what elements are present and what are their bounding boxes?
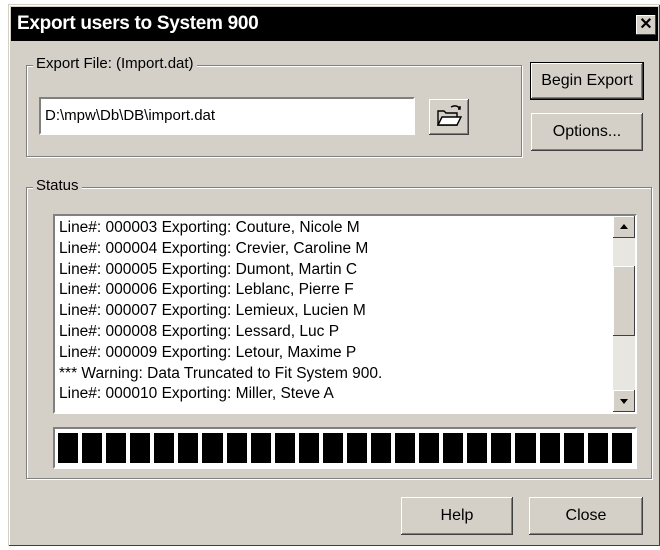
export-dialog: Export users to System 900 ✕ Export File… — [8, 4, 660, 546]
title-bar[interactable]: Export users to System 900 ✕ — [11, 7, 658, 41]
progress-segment — [82, 433, 103, 463]
progress-segment — [298, 433, 319, 463]
status-log-list[interactable]: Line#: 000003 Exporting: Couture, Nicole… — [53, 214, 637, 414]
progress-segment — [611, 433, 632, 463]
scroll-thumb[interactable] — [613, 266, 635, 336]
close-window-button[interactable]: ✕ — [636, 15, 656, 35]
progress-segment — [274, 433, 295, 463]
export-progress-bar — [53, 427, 637, 469]
scroll-up-button[interactable] — [613, 216, 635, 238]
browse-button[interactable] — [429, 99, 469, 135]
progress-segment — [250, 433, 271, 463]
open-folder-icon — [436, 105, 463, 126]
list-item: Line#: 000009 Exporting: Letour, Maxime … — [59, 343, 357, 361]
progress-segment — [130, 433, 151, 463]
status-group-label: Status — [33, 177, 82, 194]
vertical-scrollbar[interactable] — [613, 216, 635, 412]
progress-segment — [587, 433, 608, 463]
list-item: Line#: 000010 Exporting: Miller, Steve A — [59, 385, 334, 403]
progress-segment — [539, 433, 560, 463]
status-log-lines: Line#: 000003 Exporting: Couture, Nicole… — [59, 218, 611, 405]
progress-segment — [178, 433, 199, 463]
progress-segment — [154, 433, 175, 463]
progress-segment — [226, 433, 247, 463]
progress-segment — [202, 433, 223, 463]
window-title: Export users to System 900 — [17, 13, 259, 34]
progress-segment — [346, 433, 368, 463]
progress-segment — [563, 433, 584, 463]
scroll-down-button[interactable] — [613, 390, 635, 412]
progress-segment — [58, 433, 79, 463]
help-button[interactable]: Help — [401, 497, 513, 535]
progress-segment — [395, 433, 416, 463]
options-button[interactable]: Options... — [531, 113, 643, 151]
list-item: Line#: 000005 Exporting: Dumont, Martin … — [59, 260, 358, 278]
export-file-path-input[interactable]: D:\mpw\Db\DB\import.dat — [39, 97, 415, 135]
progress-segment — [322, 433, 343, 463]
progress-segment — [491, 433, 512, 463]
progress-segment — [467, 433, 488, 463]
scroll-down-arrow-icon — [620, 399, 628, 404]
close-button[interactable]: Close — [529, 497, 643, 535]
list-item: Line#: 000008 Exporting: Lessard, Luc P — [59, 322, 340, 340]
export-file-group-label: Export File: (Import.dat) — [33, 55, 197, 72]
begin-export-button[interactable]: Begin Export — [530, 62, 644, 100]
list-item: Line#: 000003 Exporting: Couture, Nicole… — [59, 219, 360, 236]
list-item: *** Warning: Data Truncated to Fit Syste… — [59, 364, 383, 382]
progress-segment — [443, 433, 464, 463]
progress-segment — [106, 433, 127, 463]
list-item: Line#: 000004 Exporting: Crevier, Caroli… — [59, 239, 369, 257]
progress-segment — [419, 433, 440, 463]
progress-segment — [371, 433, 392, 463]
list-item: Line#: 000007 Exporting: Lemieux, Lucien… — [59, 302, 366, 320]
progress-segment — [515, 433, 536, 463]
list-item: Line#: 000006 Exporting: Leblanc, Pierre… — [59, 281, 354, 299]
scroll-up-arrow-icon — [620, 224, 628, 229]
